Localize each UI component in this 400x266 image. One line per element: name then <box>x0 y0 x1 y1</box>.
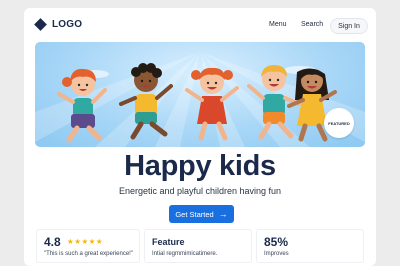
nav-menu-link[interactable]: Menu <box>269 21 287 28</box>
get-started-button[interactable]: Get Started → <box>169 205 234 223</box>
rating-card: 4.8 ★★★★★ "This is such a great experien… <box>36 229 140 263</box>
kids-illustration <box>35 52 365 147</box>
featured-badge: FEATURED <box>324 108 354 138</box>
arrow-right-icon: → <box>218 208 228 219</box>
nav-search-link[interactable]: Search <box>301 21 323 28</box>
get-started-label: Get Started <box>175 209 214 219</box>
feature-title: Feature <box>152 237 185 247</box>
testimonial-text: "This is such a great experience!" <box>44 251 133 257</box>
landing-page: LOGO Menu Search Sign In FEATURED Happy … <box>24 8 376 266</box>
rating-value: 4.8 <box>44 235 61 249</box>
hero-illustration: FEATURED <box>35 42 365 147</box>
sign-in-button[interactable]: Sign In <box>330 18 368 34</box>
improvement-value: 85% <box>264 235 289 249</box>
diamond-logo-icon <box>34 18 47 31</box>
logo[interactable]: LOGO <box>34 18 83 31</box>
top-header: LOGO Menu Search Sign In <box>24 8 376 42</box>
star-rating-icon: ★★★★★ <box>67 237 104 246</box>
improvement-card: 85% Improves <box>256 229 364 263</box>
improvement-text: Improves <box>264 251 289 257</box>
page-subtitle: Energetic and playful children having fu… <box>118 186 282 196</box>
feature-text: Intial regmmimicatimere. <box>152 251 218 257</box>
stats-row: 4.8 ★★★★★ "This is such a great experien… <box>36 229 364 263</box>
logo-text: LOGO <box>52 19 83 30</box>
feature-card: Feature Intial regmmimicatimere. <box>144 229 252 263</box>
page-title: Happy kids <box>124 150 276 182</box>
